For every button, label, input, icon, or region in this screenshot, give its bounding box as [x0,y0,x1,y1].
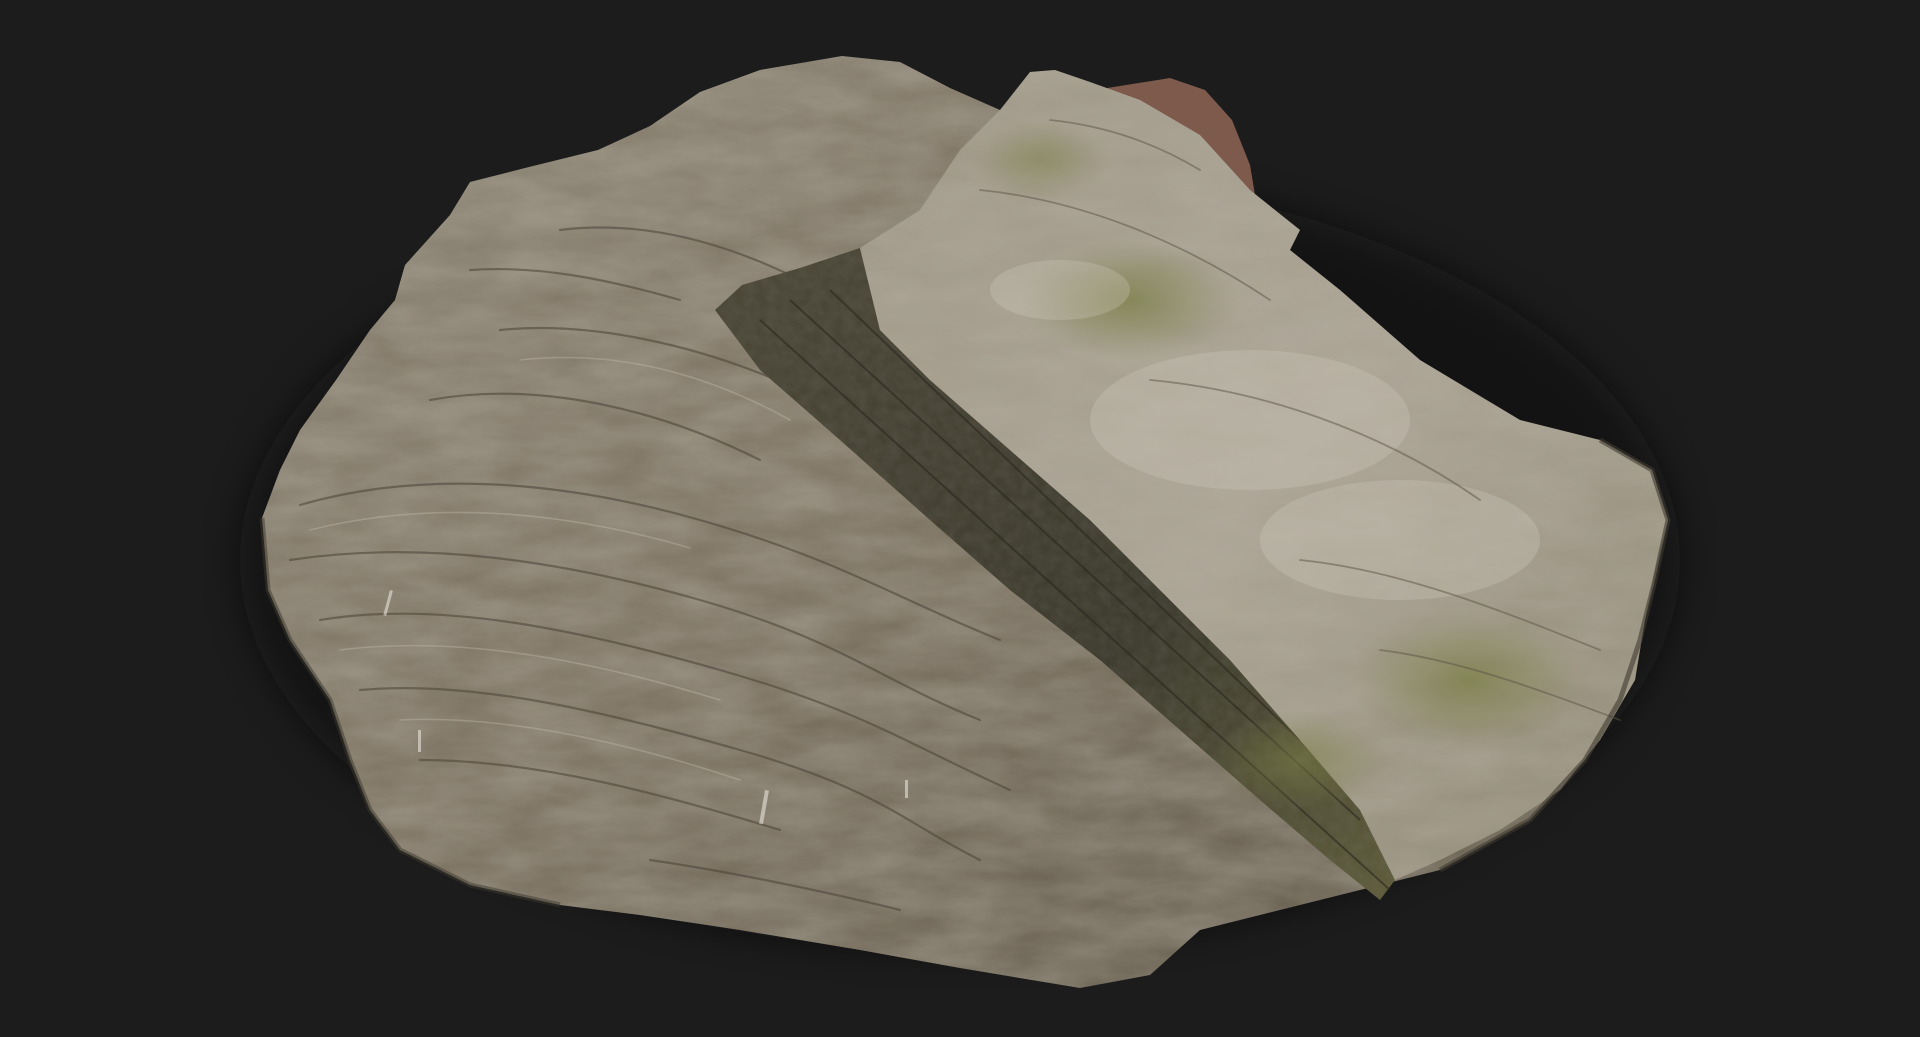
rock-icon [240,56,1680,988]
scene-canvas [0,0,1920,1037]
